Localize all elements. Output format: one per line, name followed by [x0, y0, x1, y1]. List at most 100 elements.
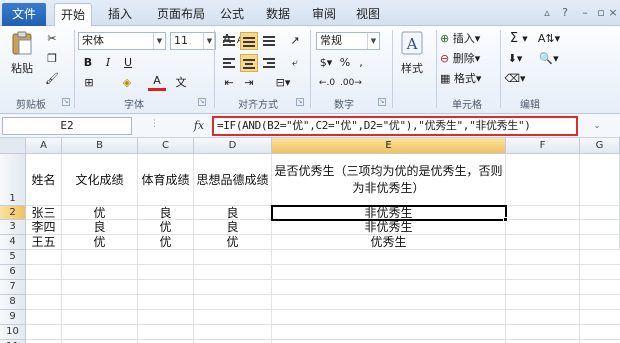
- cell-e2[interactable]: 非优秀生: [272, 206, 506, 220]
- cell-b2[interactable]: 优: [62, 206, 138, 220]
- minimize-ribbon-icon[interactable]: ▵: [540, 6, 554, 20]
- font-size-select[interactable]: 11 ▼: [170, 32, 216, 50]
- cell-d2[interactable]: 良: [194, 206, 272, 220]
- cell-g4[interactable]: [580, 235, 620, 250]
- tab-view[interactable]: 视图: [350, 3, 386, 26]
- sort-filter-icon[interactable]: A⇅▾: [534, 30, 564, 48]
- cell-a2[interactable]: 张三: [26, 206, 62, 220]
- window-close-icon[interactable]: ×: [606, 6, 620, 20]
- align-left-icon[interactable]: [220, 54, 238, 72]
- column-header-e[interactable]: E: [272, 138, 506, 154]
- cell-e4[interactable]: 优秀生: [272, 235, 506, 250]
- cell-e1[interactable]: 是否优秀生（三项均为优的是优秀生，否则为非优秀生）: [272, 154, 506, 206]
- copy-icon[interactable]: ❐: [42, 50, 62, 68]
- insert-function-button[interactable]: fx: [188, 117, 210, 135]
- column-header-f[interactable]: F: [506, 138, 580, 154]
- expand-formula-bar-icon[interactable]: ⌄: [590, 119, 604, 133]
- column-header-g[interactable]: G: [580, 138, 620, 154]
- merge-center-icon[interactable]: ⊟▾: [266, 74, 300, 92]
- clear-icon[interactable]: ⌫▾: [504, 70, 526, 88]
- font-name-select[interactable]: 宋体 ▼: [78, 32, 166, 50]
- font-launcher-icon[interactable]: ↘: [198, 98, 206, 106]
- cell-a4[interactable]: 王五: [26, 235, 62, 250]
- cell-d4[interactable]: 优: [194, 235, 272, 250]
- insert-cells-button[interactable]: ⊕ 插入▾: [440, 30, 502, 48]
- file-tab[interactable]: 文件: [2, 3, 46, 26]
- cell-f3[interactable]: [506, 220, 580, 235]
- cell-g3[interactable]: [580, 220, 620, 235]
- row-header-6[interactable]: 6: [0, 265, 26, 280]
- comma-icon[interactable]: ,: [354, 54, 368, 72]
- bold-button[interactable]: B: [80, 54, 96, 72]
- cell-f1[interactable]: [506, 154, 580, 206]
- row-header-7[interactable]: 7: [0, 280, 26, 295]
- paste-button[interactable]: [8, 30, 36, 58]
- align-center-icon[interactable]: [240, 54, 258, 72]
- cell-a3[interactable]: 李四: [26, 220, 62, 235]
- paste-label[interactable]: 粘贴: [6, 60, 38, 78]
- orientation-icon[interactable]: ↗: [286, 32, 304, 50]
- tab-home[interactable]: 开始: [54, 3, 92, 26]
- increase-decimal-icon[interactable]: ←.0: [316, 74, 338, 92]
- cell-e3[interactable]: 非优秀生: [272, 220, 506, 235]
- chevron-down-icon[interactable]: ▼: [520, 30, 530, 48]
- cell-d1[interactable]: 思想品德成绩: [194, 154, 272, 206]
- align-right-icon[interactable]: [260, 54, 278, 72]
- italic-button[interactable]: I: [100, 54, 116, 72]
- row-header-3[interactable]: 3: [0, 220, 26, 235]
- column-header-d[interactable]: D: [194, 138, 272, 154]
- cell-a1[interactable]: 姓名: [26, 154, 62, 206]
- empty-cell-area[interactable]: [26, 250, 620, 343]
- row-header-2[interactable]: 2: [0, 206, 26, 220]
- clipboard-launcher-icon[interactable]: ↘: [62, 98, 70, 106]
- formula-input[interactable]: =IF(AND(B2="优",C2="优",D2="优"),"优秀生","非优秀…: [212, 116, 578, 136]
- font-color-button[interactable]: A: [148, 74, 166, 91]
- styles-button[interactable]: A: [398, 30, 426, 58]
- styles-label[interactable]: 样式: [394, 60, 430, 78]
- cell-g1[interactable]: [580, 154, 620, 206]
- cut-icon[interactable]: ✂: [42, 30, 62, 48]
- row-header-10[interactable]: 10: [0, 325, 26, 340]
- tab-data[interactable]: 数据: [260, 3, 296, 26]
- cell-g2[interactable]: [580, 206, 620, 220]
- row-header-1[interactable]: 1: [0, 154, 26, 206]
- alignment-launcher-icon[interactable]: ↘: [296, 98, 304, 106]
- cell-f2[interactable]: [506, 206, 580, 220]
- tab-page-layout[interactable]: 页面布局: [150, 3, 212, 26]
- format-cells-button[interactable]: ▦ 格式▾: [440, 70, 502, 88]
- align-bottom-icon[interactable]: [260, 32, 278, 50]
- borders-icon[interactable]: ⊞: [80, 74, 98, 92]
- row-header-9[interactable]: 9: [0, 310, 26, 325]
- tab-review[interactable]: 审阅: [306, 3, 342, 26]
- cell-b3[interactable]: 良: [62, 220, 138, 235]
- align-middle-icon[interactable]: [240, 32, 258, 50]
- cell-c3[interactable]: 优: [138, 220, 194, 235]
- column-header-c[interactable]: C: [138, 138, 194, 154]
- number-format-select[interactable]: 常规 ▼: [316, 32, 380, 50]
- percent-icon[interactable]: %: [338, 54, 352, 72]
- find-select-icon[interactable]: 🔍▾: [534, 50, 564, 68]
- column-header-b[interactable]: B: [62, 138, 138, 154]
- row-header-5[interactable]: 5: [0, 250, 26, 265]
- fill-color-icon[interactable]: ◈: [118, 74, 136, 92]
- window-minimize-icon[interactable]: –: [578, 6, 592, 20]
- wrap-text-icon[interactable]: ⤶: [286, 54, 304, 72]
- phonetic-icon[interactable]: 文: [172, 74, 190, 92]
- row-header-8[interactable]: 8: [0, 295, 26, 310]
- select-all-corner[interactable]: [0, 138, 26, 154]
- delete-cells-button[interactable]: ⊖ 删除▾: [440, 50, 502, 68]
- decrease-decimal-icon[interactable]: .00→: [340, 74, 362, 92]
- align-top-icon[interactable]: [220, 32, 238, 50]
- tab-formulas[interactable]: 公式: [214, 3, 250, 26]
- number-launcher-icon[interactable]: ↘: [378, 98, 386, 106]
- cell-c4[interactable]: 优: [138, 235, 194, 250]
- currency-icon[interactable]: $▾: [316, 54, 336, 72]
- format-painter-icon[interactable]: 🖌: [42, 70, 62, 88]
- tab-insert[interactable]: 插入: [100, 3, 140, 26]
- cell-c2[interactable]: 良: [138, 206, 194, 220]
- cell-b1[interactable]: 文化成绩: [62, 154, 138, 206]
- fill-handle[interactable]: [503, 217, 508, 222]
- name-box[interactable]: E2: [2, 117, 132, 135]
- fill-icon[interactable]: ⬇▾: [504, 50, 526, 68]
- decrease-indent-icon[interactable]: ⇤: [220, 74, 238, 92]
